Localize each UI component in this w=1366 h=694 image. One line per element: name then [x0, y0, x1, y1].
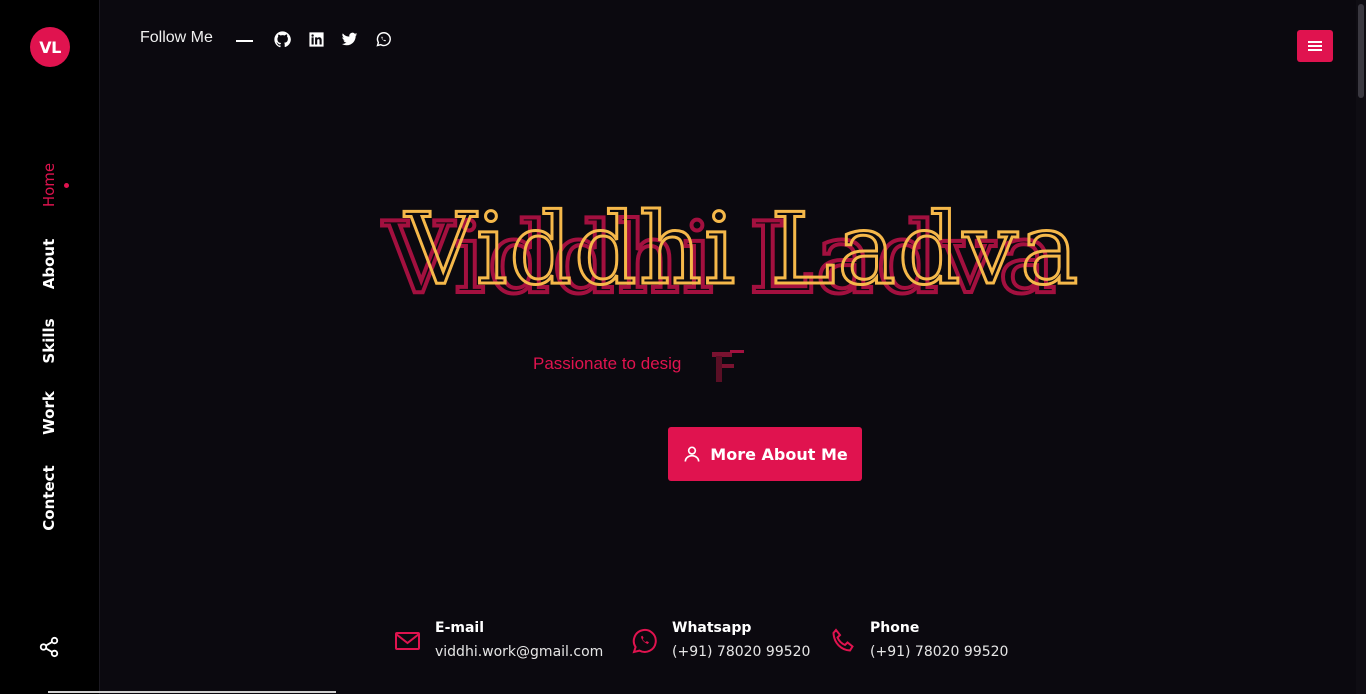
scrollbar-track[interactable] [1356, 0, 1366, 694]
whatsapp-icon [632, 628, 657, 654]
nav-about[interactable]: About [40, 239, 58, 290]
contact-phone[interactable]: Phone (+91) 78020 99520 [828, 618, 1008, 663]
mail-icon [395, 632, 420, 650]
contact-whatsapp[interactable]: Whatsapp (+91) 78020 99520 [630, 618, 810, 663]
menu-bar [1308, 49, 1322, 51]
tagline: Passionate to desig [533, 354, 682, 373]
follow-me-label: Follow Me [140, 29, 213, 46]
nav-home[interactable]: Home [40, 163, 58, 207]
nav-skills[interactable]: Skills [40, 318, 58, 363]
more-about-me-button[interactable]: More About Me [668, 427, 862, 481]
linkedin-icon[interactable] [308, 31, 325, 48]
whatsapp-icon[interactable] [375, 31, 392, 48]
contact-label: E-mail [435, 620, 485, 636]
hero-name: Viddhi Ladva Viddhi Ladva [380, 192, 1081, 316]
contact-value[interactable]: (+91) 78020 99520 [870, 641, 1008, 663]
cta-label: More About Me [710, 444, 848, 464]
menu-bar [1308, 41, 1322, 43]
scrollbar-thumb[interactable] [1358, 4, 1364, 98]
active-dot [64, 183, 69, 188]
contact-value[interactable]: viddhi.work@gmail.com [435, 641, 603, 663]
nav-work[interactable]: Work [40, 391, 58, 435]
bottom-progress-line [48, 691, 336, 693]
share-icon[interactable] [38, 636, 60, 658]
menu-bar [1308, 45, 1322, 47]
hero-name-outline: Viddhi Ladva [404, 193, 1081, 307]
logo[interactable]: VL [30, 27, 70, 67]
sidebar: VL Home About Skills Work Contect [0, 0, 100, 694]
typing-cursor-glitch [712, 350, 744, 382]
contact-value[interactable]: (+91) 78020 99520 [672, 641, 810, 663]
user-icon [684, 446, 700, 462]
github-icon[interactable] [274, 31, 291, 48]
menu-button[interactable] [1297, 30, 1333, 62]
contact-label: Phone [870, 620, 920, 636]
contact-label: Whatsapp [672, 620, 752, 636]
phone-icon [832, 628, 854, 652]
twitter-icon[interactable] [341, 31, 358, 48]
follow-divider [236, 40, 253, 42]
contact-email[interactable]: E-mail viddhi.work@gmail.com [393, 618, 603, 663]
nav-contect[interactable]: Contect [40, 465, 58, 530]
